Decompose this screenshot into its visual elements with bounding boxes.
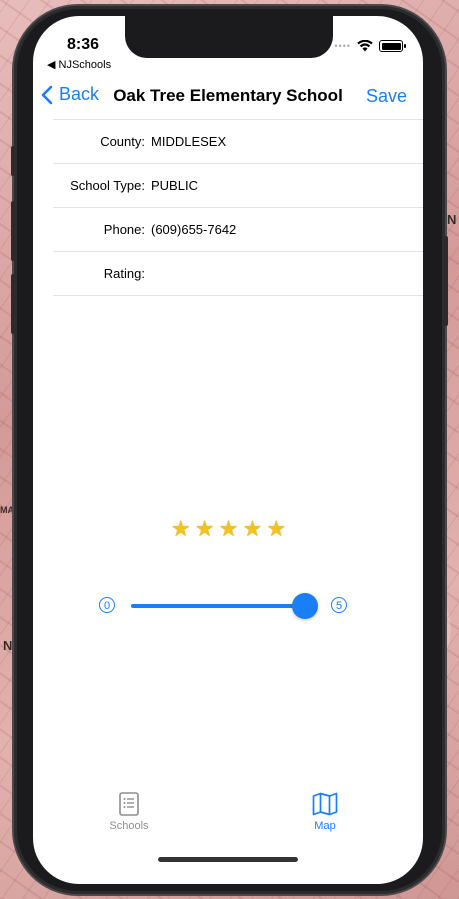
field-label: Rating: bbox=[103, 266, 145, 281]
field-row-county: County: MIDDLESEX bbox=[53, 119, 423, 164]
tab-map[interactable]: Map bbox=[285, 792, 365, 832]
school-detail-list: County: MIDDLESEX School Type: PUBLIC Ph… bbox=[53, 119, 423, 296]
star-icon: ★ bbox=[242, 516, 262, 541]
star-icon: ★ bbox=[194, 516, 215, 541]
volume-down-button bbox=[11, 274, 15, 334]
field-row-rating: Rating: bbox=[53, 252, 423, 296]
tab-label: Map bbox=[314, 820, 336, 832]
field-value[interactable]: (609)655-7642 bbox=[151, 222, 236, 237]
star-icon: ★ bbox=[266, 516, 286, 541]
status-indicators: •••• bbox=[334, 40, 406, 52]
background-map-fragment: N bbox=[3, 638, 13, 653]
map-icon bbox=[312, 792, 338, 816]
app-screen: 8:36 ◀ NJSchools •••• Back Oak Tree Elem… bbox=[33, 16, 423, 884]
signal-dots-icon: •••• bbox=[334, 41, 351, 51]
page-title: Oak Tree Elementary School bbox=[113, 86, 343, 105]
background-map-fragment: N bbox=[447, 212, 457, 227]
field-label: School Type: bbox=[70, 178, 145, 193]
field-label: County: bbox=[100, 134, 145, 149]
back-to-app-link[interactable]: ◀ NJSchools bbox=[47, 58, 111, 71]
star-rating: ★ ★ ★ ★ ★ bbox=[33, 516, 423, 542]
field-value[interactable]: MIDDLESEX bbox=[151, 134, 226, 149]
star-icon: ★ bbox=[170, 516, 191, 541]
tab-label: Schools bbox=[109, 820, 149, 832]
slider-max-label: 5 bbox=[331, 597, 347, 613]
volume-up-button bbox=[11, 201, 15, 261]
save-button[interactable]: Save bbox=[366, 86, 407, 107]
rating-slider[interactable]: 0 5 bbox=[97, 592, 349, 622]
navigation-bar: Back Oak Tree Elementary School Save bbox=[33, 80, 423, 116]
field-label: Phone: bbox=[103, 222, 145, 237]
battery-icon bbox=[379, 40, 406, 52]
status-time: 8:36 bbox=[67, 36, 100, 53]
tab-bar: Schools Map bbox=[33, 792, 423, 852]
tab-schools[interactable]: Schools bbox=[89, 792, 169, 832]
list-icon bbox=[119, 792, 139, 816]
field-row-phone: Phone: (609)655-7642 bbox=[53, 208, 423, 252]
wifi-icon bbox=[357, 40, 373, 52]
background-map-fragment: MA bbox=[0, 505, 14, 515]
power-button bbox=[444, 236, 448, 326]
star-icon: ★ bbox=[218, 516, 239, 541]
slider-min-label: 0 bbox=[99, 597, 115, 613]
slider-thumb[interactable] bbox=[292, 593, 318, 619]
field-value[interactable]: PUBLIC bbox=[151, 178, 198, 193]
home-indicator[interactable] bbox=[158, 857, 298, 862]
notch bbox=[125, 16, 333, 58]
field-row-school-type: School Type: PUBLIC bbox=[53, 164, 423, 208]
mute-switch bbox=[11, 146, 15, 176]
slider-track[interactable] bbox=[131, 604, 315, 608]
